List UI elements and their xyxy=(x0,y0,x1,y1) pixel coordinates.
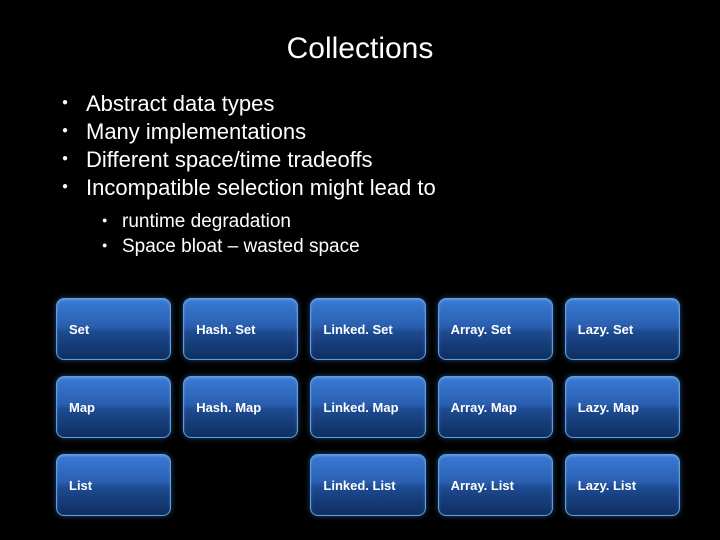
slide-title: Collections xyxy=(0,0,720,66)
grid-cell-linked-set: Linked. Set xyxy=(310,298,425,360)
sub-bullet-text: runtime degradation xyxy=(122,211,291,232)
bullet-text: Incompatible selection might lead to xyxy=(86,175,436,200)
grid-cell-lazy-map: Lazy. Map xyxy=(565,376,680,438)
grid-cell-array-set: Array. Set xyxy=(438,298,553,360)
grid: Set Hash. Set Linked. Set Array. Set Laz… xyxy=(56,298,680,516)
slide: Collections Abstract data types Many imp… xyxy=(0,0,720,540)
bullet-text: Abstract data types xyxy=(86,91,274,116)
grid-cell-linked-map: Linked. Map xyxy=(310,376,425,438)
sub-bullet-text: Space bloat – wasted space xyxy=(122,236,360,257)
grid-cell-list: List xyxy=(56,454,171,516)
grid-cell-linked-list: Linked. List xyxy=(310,454,425,516)
grid-cell-lazy-list: Lazy. List xyxy=(565,454,680,516)
collections-grid: Set Hash. Set Linked. Set Array. Set Laz… xyxy=(56,298,680,516)
sub-bullet-item: runtime degradation xyxy=(102,209,720,235)
sub-bullet-list: runtime degradation Space bloat – wasted… xyxy=(62,209,720,260)
bullet-list: Abstract data types Many implementations… xyxy=(0,90,720,260)
grid-cell-set: Set xyxy=(56,298,171,360)
sub-bullet-item: Space bloat – wasted space xyxy=(102,234,720,260)
bullet-text: Different space/time tradeoffs xyxy=(86,147,373,172)
grid-cell-array-map: Array. Map xyxy=(438,376,553,438)
bullet-text: Many implementations xyxy=(86,119,306,144)
grid-cell-hash-map: Hash. Map xyxy=(183,376,298,438)
bullet-item: Many implementations xyxy=(62,118,720,146)
bullet-item: Abstract data types xyxy=(62,90,720,118)
bullet-item: Different space/time tradeoffs xyxy=(62,146,720,174)
grid-cell-hash-set: Hash. Set xyxy=(183,298,298,360)
grid-cell-lazy-set: Lazy. Set xyxy=(565,298,680,360)
grid-cell-array-list: Array. List xyxy=(438,454,553,516)
bullet-item: Incompatible selection might lead to run… xyxy=(62,174,720,259)
grid-cell-map: Map xyxy=(56,376,171,438)
